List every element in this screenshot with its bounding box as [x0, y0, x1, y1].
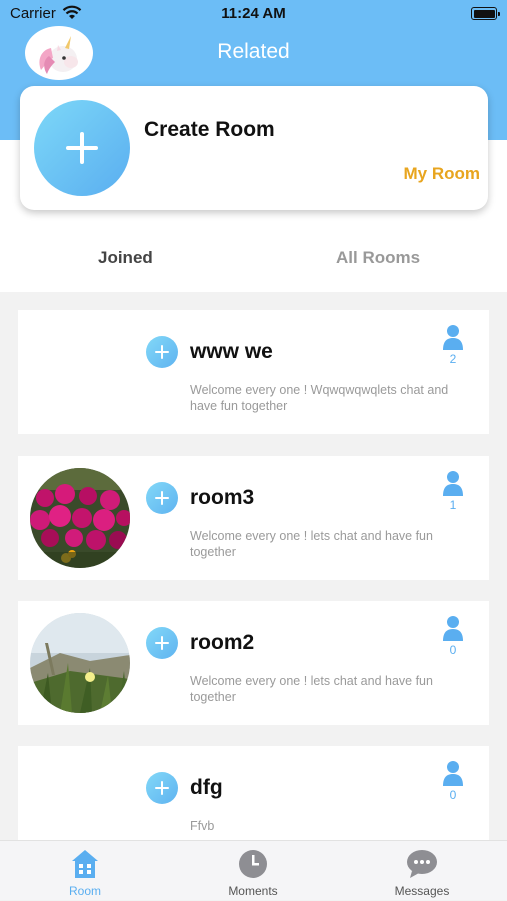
my-room-link[interactable]: My Room [404, 164, 481, 184]
person-icon [443, 470, 463, 501]
clock-icon [239, 850, 267, 878]
plus-icon [155, 491, 169, 505]
bottom-tab-bar: Room Moments Messages [0, 840, 507, 900]
join-room-button[interactable] [146, 336, 178, 368]
plus-icon [155, 636, 169, 650]
create-room-button[interactable] [34, 100, 130, 196]
join-room-button[interactable] [146, 482, 178, 514]
tab-all-rooms[interactable]: All Rooms [336, 248, 420, 268]
member-count: 1 [449, 498, 457, 512]
plus-icon [155, 345, 169, 359]
join-room-button[interactable] [146, 772, 178, 804]
plus-icon [66, 132, 98, 164]
member-count: 2 [449, 352, 457, 366]
house-icon [72, 850, 98, 878]
tabbar-label: Room [68, 884, 101, 898]
status-bar: Carrier 11:24 AM [0, 0, 507, 30]
member-count: 0 [449, 643, 457, 657]
member-count: 0 [449, 788, 457, 802]
tabbar-item-room[interactable]: Room [25, 841, 145, 901]
create-room-title: Create Room [144, 118, 275, 141]
room-description: Welcome every one ! lets chat and have f… [190, 674, 433, 704]
room-card-room3[interactable]: room3 Welcome every one ! lets chat and … [18, 456, 489, 580]
chat-bubble-icon [407, 850, 437, 878]
tabbar-label: Messages [394, 884, 450, 898]
room-name: room2 [190, 631, 255, 654]
status-time: 11:24 AM [221, 5, 286, 22]
person-icon [443, 615, 463, 646]
room-name: room3 [190, 486, 255, 509]
tabbar-label: Moments [228, 884, 278, 898]
room-description: Ffvb [190, 819, 215, 833]
room-card-www-we[interactable]: www we Welcome every one ! Wqwqwqwqlets … [18, 310, 489, 434]
room-name: www we [190, 340, 273, 363]
page-title: Related [217, 40, 290, 63]
room-tabs: Joined All Rooms [0, 240, 507, 284]
join-room-button[interactable] [146, 627, 178, 659]
tabbar-item-moments[interactable]: Moments [193, 841, 313, 901]
tab-joined[interactable]: Joined [98, 248, 153, 268]
room-card-room2[interactable]: room2 Welcome every one ! lets chat and … [18, 601, 489, 725]
room-description: Welcome every one ! lets chat and have f… [190, 529, 433, 559]
room-description: Welcome every one ! Wqwqwqwqlets chat an… [190, 383, 449, 413]
battery-icon [471, 7, 500, 20]
room-name: dfg [190, 776, 223, 799]
create-room-card[interactable]: Create Room My Room [20, 86, 488, 210]
person-icon [443, 760, 463, 791]
coastal-grass-photo [30, 613, 130, 713]
plus-icon [155, 781, 169, 795]
person-icon [443, 324, 463, 355]
tabbar-item-messages[interactable]: Messages [362, 841, 482, 901]
room-photo [30, 613, 130, 713]
pink-flowers-photo [30, 468, 130, 568]
room-photo [30, 468, 130, 568]
